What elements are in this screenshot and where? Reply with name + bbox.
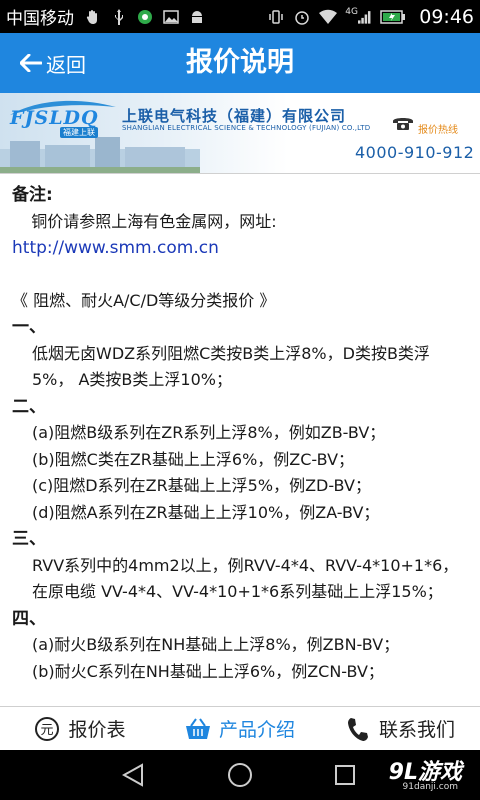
section-number: 四、	[12, 608, 46, 629]
phone-icon	[345, 716, 371, 742]
clock: 09:46	[419, 5, 474, 28]
hand-icon	[84, 8, 102, 26]
watermark-url: 91danji.com	[402, 782, 458, 792]
vibrate-icon	[267, 8, 285, 26]
back-button[interactable]: 返回	[0, 33, 110, 93]
triangle-back-icon	[122, 763, 143, 787]
section-line: (d)阻燃A系列在ZR基础上上浮10%，例ZA-BV；	[32, 502, 380, 522]
hotline-number[interactable]: 4000-910-912	[355, 143, 474, 162]
company-banner: FJSLDQ 福建上联 上联电气科技（福建）有限公司 SHANGLIAN ELE…	[0, 93, 480, 174]
copper-price-note: 铜价请参照上海有色金属网，网址:	[31, 211, 277, 231]
factory-image	[0, 137, 200, 173]
alarm-icon	[293, 8, 311, 26]
system-nav-bar: 9L游戏 91danji.com	[0, 750, 480, 800]
android-icon	[188, 8, 206, 26]
hotline-label: 报价热线	[418, 125, 458, 136]
quote-notes-content[interactable]: 备注: 铜价请参照上海有色金属网，网址: http://www.smm.com.…	[0, 174, 480, 706]
company-name-en: SHANGLIAN ELECTRICAL SCIENCE & TECHNOLOG…	[122, 124, 371, 132]
notes-title: 备注:	[12, 185, 53, 205]
tab-products[interactable]: 产品介绍	[160, 707, 320, 750]
nav-recents-button[interactable]	[330, 760, 360, 790]
svg-text:元: 元	[41, 723, 54, 738]
notification-icons	[84, 8, 206, 26]
nav-back-button[interactable]	[118, 760, 148, 790]
company-name-cn: 上联电气科技（福建）有限公司	[122, 107, 347, 125]
wifi-icon	[319, 8, 338, 26]
back-label: 返回	[46, 52, 86, 77]
network-type: 4G	[345, 6, 358, 17]
app-notification-icon	[136, 8, 154, 26]
section-line: (b)耐火C系列在NH基础上上浮6%，例ZCN-BV；	[32, 661, 384, 681]
company-logo: FJSLDQ	[10, 107, 99, 129]
carrier-name: 中国移动	[6, 9, 74, 29]
square-recents-icon	[335, 765, 355, 785]
tab-price-list[interactable]: 元 报价表	[0, 707, 160, 750]
tab-contact[interactable]: 联系我们	[320, 707, 480, 750]
tab-label: 产品介绍	[218, 719, 295, 741]
section-number: 三、	[12, 529, 46, 549]
section-line: (a)耐火B级系列在NH基础上上浮8%，例ZBN-BV；	[32, 635, 400, 654]
back-arrow-icon	[20, 54, 42, 72]
section-number: 一、	[12, 317, 46, 337]
section-line: 低烟无卤WDZ系列阻燃C类按B类上浮8%，D类按B类浮5%， A类按B类上浮10…	[32, 343, 430, 390]
section-number: 二、	[12, 396, 46, 417]
section-line: RVV系列中的4mm2以上，例RVV-4*4、RVV-4*10+1*6，在原电缆…	[32, 555, 459, 602]
section-line: (b)阻燃C类在ZR基础上上浮6%，例ZC-BV；	[32, 449, 355, 469]
battery-icon	[379, 8, 407, 26]
usb-icon	[110, 8, 128, 26]
site-watermark: 9L游戏 91danji.com	[362, 754, 462, 796]
tab-label: 报价表	[68, 719, 126, 741]
tab-label: 联系我们	[378, 719, 455, 741]
section-line: (c)阻燃D系列在ZR基础上上浮5%，例ZD-BV；	[32, 476, 371, 495]
smm-link[interactable]: http://www.smm.com.cn	[12, 238, 219, 258]
telephone-icon	[393, 118, 413, 130]
image-icon	[162, 8, 180, 26]
title-bar: 返回 报价说明	[0, 33, 480, 93]
system-icons: 4G 09:46	[267, 6, 474, 28]
logo-subtitle: 福建上联	[60, 127, 98, 138]
yuan-coin-icon: 元	[34, 716, 60, 742]
nav-home-button[interactable]	[225, 760, 255, 790]
circle-home-icon	[228, 763, 252, 787]
section-line: (a)阻燃B级系列在ZR系列上浮8%，例如ZB-BV；	[32, 423, 386, 442]
signal-icon: 4G	[345, 6, 371, 26]
status-bar: 中国移动 4G 09:46	[0, 0, 480, 33]
section-header: 《 阻燃、耐火A/C/D等级分类报价 》	[12, 290, 276, 310]
app-screen: 中国移动 4G 09:46 返回 报价说明 FJSLDQ 福建上联 上联电气科技…	[0, 0, 480, 800]
bottom-tab-bar: 元 报价表 产品介绍 联系我们	[0, 706, 480, 750]
basket-icon	[185, 716, 211, 742]
